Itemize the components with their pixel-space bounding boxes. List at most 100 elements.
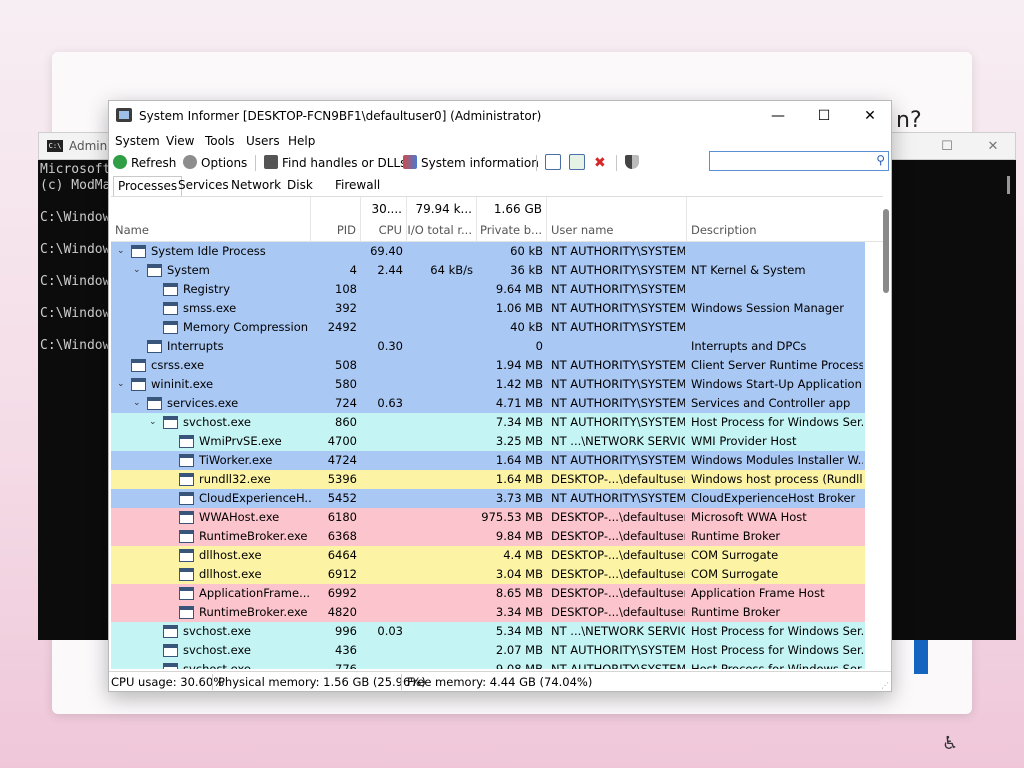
process-row[interactable]: rundll32.exe 5396 1.64 MB DESKTOP-...\defau… (111, 470, 865, 489)
system-information-button[interactable]: System information (403, 154, 539, 172)
menu-system[interactable]: System (115, 134, 160, 148)
console-line: C:\Window (40, 338, 111, 353)
column-header-cpu[interactable]: 30.... CPU (361, 197, 407, 241)
cell-private-bytes: 5.34 MB (495, 624, 543, 638)
tab-services[interactable]: Services (174, 176, 233, 196)
terminate-icon[interactable]: ✖ (594, 154, 606, 172)
tab-processes[interactable]: Processes (113, 176, 183, 196)
process-row[interactable]: svchost.exe 996 0.03 5.34 MB NT ...\NETWORK … (111, 622, 865, 641)
status-divider (212, 674, 213, 690)
process-row[interactable]: RuntimeBroker.exe 4820 3.34 MB DESKTOP-...\… (111, 603, 865, 622)
process-row[interactable]: dllhost.exe 6464 4.4 MB DESKTOP-...\default… (111, 546, 865, 565)
cell-private-bytes: 4.4 MB (503, 548, 543, 562)
menu-users[interactable]: Users (246, 134, 280, 148)
expand-chevron-icon[interactable]: ⌄ (117, 375, 129, 394)
cell-private-bytes: 60 kB (510, 244, 543, 258)
cell-process-name: rundll32.exe (199, 472, 271, 486)
close-icon[interactable]: ✕ (847, 101, 893, 131)
process-row[interactable]: TiWorker.exe 4724 1.64 MB NT AUTHORITY\SYST… (111, 451, 865, 470)
window-goto-button[interactable] (569, 154, 589, 172)
process-row[interactable]: Interrupts 0.30 0 Interrupts and DPCs (111, 337, 865, 356)
options-button[interactable]: Options (183, 154, 247, 172)
expand-chevron-icon[interactable]: ⌄ (117, 242, 129, 261)
cmd-scrollbar-thumb[interactable] (1007, 176, 1010, 194)
cell-user-name: NT AUTHORITY\SYSTEM (551, 377, 685, 391)
console-line: C:\Window (40, 306, 111, 321)
process-row[interactable]: WWAHost.exe 6180 975.53 MB DESKTOP-...\defa… (111, 508, 865, 527)
search-icon[interactable]: ⚲ (876, 153, 885, 167)
process-window-icon (179, 568, 194, 581)
minimize-icon[interactable]: — (755, 101, 801, 131)
expand-chevron-icon[interactable]: ⌄ (133, 394, 145, 413)
cell-process-name: csrss.exe (151, 358, 205, 372)
menu-tools[interactable]: Tools (205, 134, 235, 148)
titlebar[interactable]: System Informer [DESKTOP-FCN9BF1\default… (109, 101, 891, 131)
system-informer-window: System Informer [DESKTOP-FCN9BF1\default… (108, 100, 892, 692)
cell-process-name: ApplicationFrame... (199, 586, 311, 600)
shield-button[interactable] (625, 154, 643, 172)
search-input[interactable]: ⚲ (709, 151, 889, 171)
tab-network[interactable]: Network (227, 176, 285, 196)
process-row[interactable]: Registry 108 9.64 MB NT AUTHORITY\SYSTEM (111, 280, 865, 299)
cell-private-bytes: 36 kB (510, 263, 543, 277)
accessibility-icon[interactable]: ♿ (942, 733, 958, 754)
cmd-app-icon: C:\ (47, 140, 63, 152)
process-row[interactable]: ⌄ System 4 2.44 64 kB/s 36 kB NT AUTHORITY\SYS… (111, 261, 865, 280)
tab-firewall[interactable]: Firewall (331, 176, 384, 196)
process-row[interactable]: ⌄ services.exe 724 0.63 4.71 MB NT AUTHORITY\… (111, 394, 865, 413)
window-list-button[interactable] (545, 154, 565, 172)
cell-user-name: NT AUTHORITY\SYSTEM (551, 662, 685, 669)
refresh-button[interactable]: Refresh (113, 154, 176, 172)
process-row[interactable]: ⌄ wininit.exe 580 1.42 MB NT AUTHORITY\SYSTE… (111, 375, 865, 394)
chart-icon (403, 155, 417, 169)
process-window-icon (179, 511, 194, 524)
cell-user-name: NT AUTHORITY\SYSTEM (551, 358, 685, 372)
process-row[interactable]: Memory Compression 2492 40 kB NT AUTHORITY\… (111, 318, 865, 337)
setup-next-button-edge[interactable] (914, 640, 928, 674)
menu-help[interactable]: Help (288, 134, 315, 148)
cell-pid: 392 (335, 301, 357, 315)
column-header-name[interactable]: Name (111, 197, 311, 241)
process-row[interactable]: ⌄ System Idle Process 69.40 60 kB NT AUTHORI… (111, 242, 865, 261)
cell-cpu: 0.30 (377, 339, 403, 353)
vertical-scrollbar-thumb[interactable] (883, 209, 889, 293)
process-row[interactable]: ⌄ svchost.exe 860 7.34 MB NT AUTHORITY\SYSTE… (111, 413, 865, 432)
column-header-user-name[interactable]: User name (547, 197, 687, 241)
cell-user-name: DESKTOP-...\defaultusero (551, 567, 685, 581)
process-row[interactable]: dllhost.exe 6912 3.04 MB DESKTOP-...\defaul… (111, 565, 865, 584)
process-row[interactable]: smss.exe 392 1.06 MB NT AUTHORITY\SYSTEM Win… (111, 299, 865, 318)
cell-private-bytes: 0 (535, 339, 543, 353)
process-tree-grid[interactable]: Name PID 30.... CPU 79.94 k... I/O total… (111, 196, 883, 669)
cell-user-name: NT AUTHORITY\SYSTEM (551, 244, 685, 258)
maximize-icon[interactable]: ☐ (801, 101, 847, 131)
resize-grip-icon[interactable]: ⋰ (881, 681, 889, 690)
process-row[interactable]: WmiPrvSE.exe 4700 3.25 MB NT ...\NETWORK SE… (111, 432, 865, 451)
process-row[interactable]: svchost.exe 436 2.07 MB NT AUTHORITY\SYSTEM… (111, 641, 865, 660)
cell-process-name: CloudExperienceH... (199, 491, 311, 505)
cell-pid: 436 (335, 643, 357, 657)
tab-disk[interactable]: Disk (283, 176, 317, 196)
menu-view[interactable]: View (166, 134, 194, 148)
process-row[interactable]: RuntimeBroker.exe 6368 9.84 MB DESKTOP-...\… (111, 527, 865, 546)
find-handles-button[interactable]: Find handles or DLLs (264, 154, 406, 172)
process-row[interactable]: csrss.exe 508 1.94 MB NT AUTHORITY\SYSTEM Cl… (111, 356, 865, 375)
expand-chevron-icon[interactable]: ⌄ (133, 261, 145, 280)
process-window-icon (131, 378, 146, 391)
column-header-description[interactable]: Description (687, 197, 867, 241)
process-window-icon (163, 663, 178, 669)
column-header-pid[interactable]: PID (311, 197, 361, 241)
cell-cpu: 69.40 (370, 244, 403, 258)
expand-chevron-icon[interactable]: ⌄ (149, 413, 161, 432)
column-header-io-total[interactable]: 79.94 k... I/O total r... (407, 197, 477, 241)
cell-private-bytes: 7.34 MB (495, 415, 543, 429)
column-header-private-bytes[interactable]: 1.66 GB Private b... (477, 197, 547, 241)
cell-description: Runtime Broker (691, 605, 781, 619)
cmd-close-icon[interactable]: ✕ (973, 136, 1013, 158)
process-row[interactable]: svchost.exe 776 9.08 MB NT AUTHORITY\SYSTEM… (111, 660, 865, 669)
process-row[interactable]: CloudExperienceH... 5452 3.73 MB NT AUTHORI… (111, 489, 865, 508)
cmd-maximize-icon[interactable]: ☐ (927, 136, 967, 158)
cell-description: Interrupts and DPCs (691, 339, 807, 353)
cell-user-name: NT AUTHORITY\SYSTEM (551, 301, 685, 315)
process-row[interactable]: ApplicationFrame... 6992 8.65 MB DESKTOP-..… (111, 584, 865, 603)
cell-user-name: DESKTOP-...\defaultusero (551, 510, 685, 524)
